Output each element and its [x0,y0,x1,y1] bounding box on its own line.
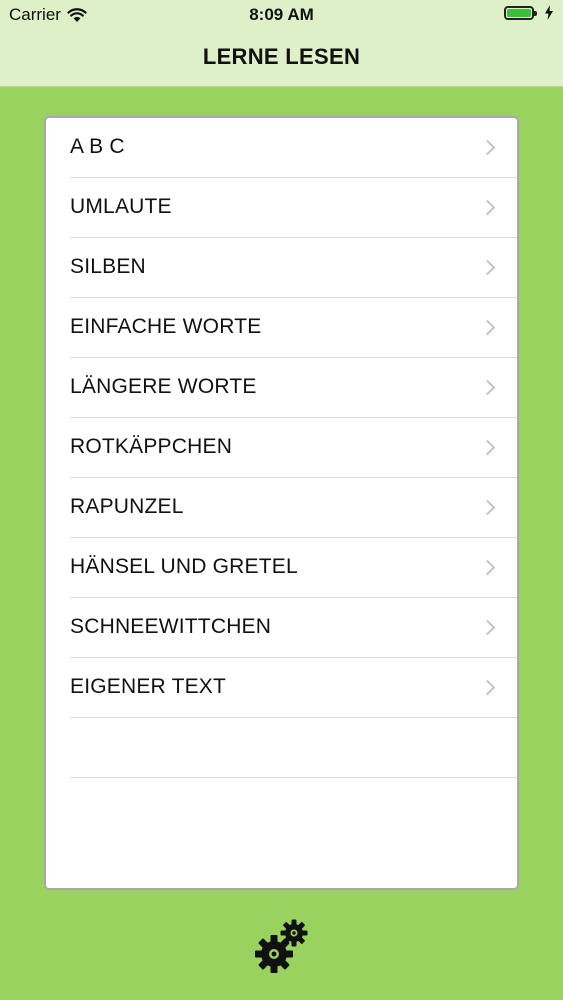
battery-fill [507,8,531,17]
menu-item-label: ROTKÄPPCHEN [70,435,233,458]
menu-item-label: A B C [70,135,125,158]
chevron-right-icon [479,199,496,216]
status-time: 8:09 AM [249,5,314,24]
chevron-right-icon [479,259,496,276]
menu-item[interactable]: A B C [46,118,517,178]
menu-item[interactable]: SCHNEEWITTCHEN [46,598,517,658]
settings-button[interactable] [252,916,312,976]
empty-row [46,718,517,778]
status-right [504,5,554,20]
chevron-right-icon [479,439,496,456]
menu-item-label: RAPUNZEL [70,495,184,518]
chevron-right-icon [479,499,496,516]
chevron-right-icon [479,679,496,696]
gears-icon [255,919,308,973]
charging-icon [545,5,553,20]
navigation-bar: LERNE LESEN [0,30,563,87]
battery-icon [504,5,537,20]
menu-item[interactable]: EINFACHE WORTE [46,298,517,358]
menu-item-label: SILBEN [70,255,146,278]
menu-item-label: SCHNEEWITTCHEN [70,615,272,638]
menu-item[interactable]: SILBEN [46,238,517,298]
menu-item-label: HÄNSEL UND GRETEL [70,555,298,578]
menu-item[interactable]: HÄNSEL UND GRETEL [46,538,517,598]
page-title: LERNE LESEN [202,44,361,69]
menu-item[interactable]: RAPUNZEL [46,478,517,538]
chevron-right-icon [479,619,496,636]
menu-list: A B C UMLAUTE SILBEN EINFACHE WORTE LÄNGERE … [46,118,517,718]
menu-card: A B C UMLAUTE SILBEN EINFACHE WORTE LÄNGERE … [44,116,519,890]
status-bar: Carrier 8:09 AM [0,0,563,30]
chevron-right-icon [479,379,496,396]
menu-item[interactable]: UMLAUTE [46,178,517,238]
chevron-right-icon [479,319,496,336]
menu-item-label: LÄNGERE WORTE [70,375,257,398]
menu-item-label: EINFACHE WORTE [70,315,262,338]
chevron-right-icon [479,139,496,156]
menu-item-label: UMLAUTE [70,195,172,218]
menu-item[interactable]: EIGENER TEXT [46,658,517,718]
chevron-right-icon [479,559,496,576]
menu-item-label: EIGENER TEXT [70,675,227,698]
menu-item[interactable]: ROTKÄPPCHEN [46,418,517,478]
menu-item[interactable]: LÄNGERE WORTE [46,358,517,418]
